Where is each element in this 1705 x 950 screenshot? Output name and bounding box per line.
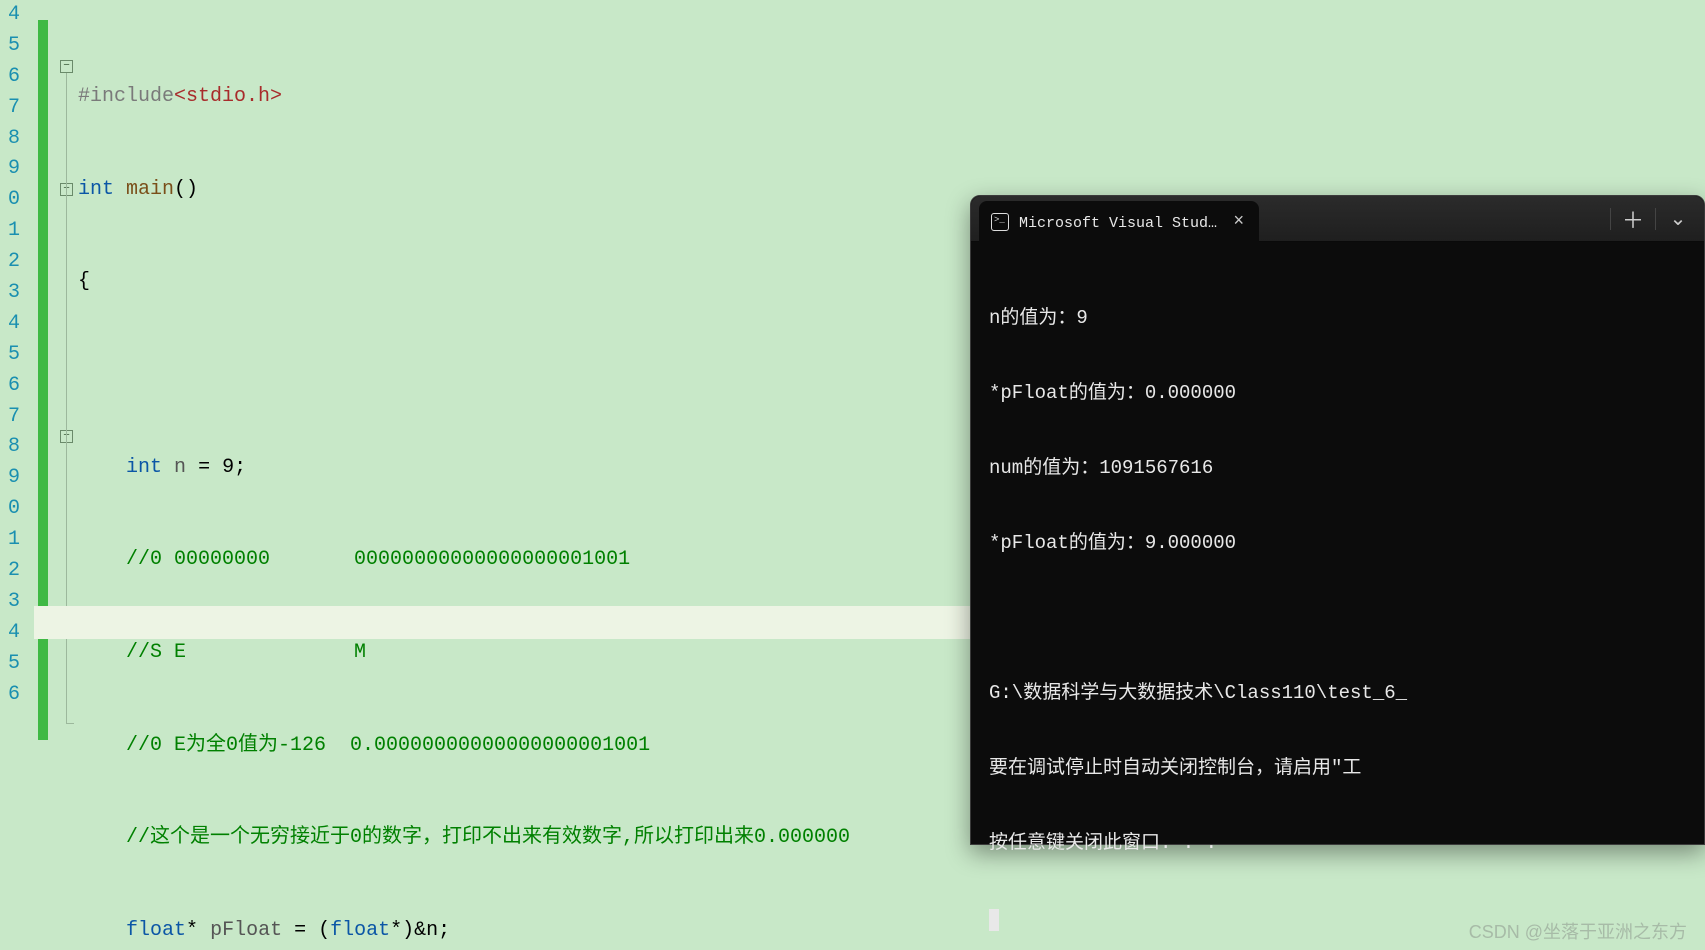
line-number: 4 bbox=[0, 0, 20, 31]
punct: () bbox=[174, 178, 198, 201]
line-number: 8 bbox=[0, 432, 20, 463]
console-line: *pFloat的值为：9.000000 bbox=[989, 531, 1686, 556]
number: 9 bbox=[222, 456, 234, 479]
console-line: G:\数据科学与大数据技术\Class110\test_6_ bbox=[989, 681, 1686, 706]
code-content[interactable]: #include<stdio.h> int main() { int n = 9… bbox=[78, 20, 850, 950]
line-number: 5 bbox=[0, 340, 20, 371]
line-number: 1 bbox=[0, 216, 20, 247]
line-number: 6 bbox=[0, 62, 20, 93]
code-row[interactable]: float* pFloat = (float*)&n; bbox=[78, 916, 850, 947]
line-number: 3 bbox=[0, 587, 20, 618]
terminal-icon bbox=[991, 213, 1009, 231]
line-number: 3 bbox=[0, 278, 20, 309]
line-number: 2 bbox=[0, 556, 20, 587]
punct: = ( bbox=[282, 919, 330, 942]
comment: //0 00000000 00000000000000000001001 bbox=[126, 548, 630, 571]
console-line: 要在调试停止时自动关闭控制台，请启用"工 bbox=[989, 756, 1686, 781]
keyword: float bbox=[126, 919, 186, 942]
punct: ; bbox=[234, 456, 246, 479]
line-number-gutter: 4 5 6 7 8 9 0 1 2 3 4 5 6 7 8 9 0 1 2 3 … bbox=[0, 0, 22, 950]
function: main bbox=[126, 178, 174, 201]
console-line: *pFloat的值为：0.000000 bbox=[989, 381, 1686, 406]
keyword: int bbox=[126, 456, 162, 479]
line-number: 0 bbox=[0, 185, 20, 216]
header: <stdio.h> bbox=[174, 85, 282, 108]
op: * bbox=[186, 919, 198, 942]
code-row[interactable]: //0 E为全0值为-126 0.00000000000000000001001 bbox=[78, 731, 850, 762]
code-row[interactable]: { bbox=[78, 267, 850, 298]
punct: *)&n; bbox=[390, 919, 450, 942]
debug-console-window[interactable]: Microsoft Visual Studio 调试 × ＋ ⌄ n的值为：9 … bbox=[970, 195, 1705, 845]
code-row[interactable]: int main() bbox=[78, 175, 850, 206]
line-number: 7 bbox=[0, 93, 20, 124]
console-tab[interactable]: Microsoft Visual Studio 调试 × bbox=[979, 201, 1259, 243]
line-number: 2 bbox=[0, 247, 20, 278]
keyword: int bbox=[78, 178, 114, 201]
code-row[interactable] bbox=[78, 360, 850, 391]
keyword: float bbox=[330, 919, 390, 942]
console-line: n的值为：9 bbox=[989, 306, 1686, 331]
line-number: 5 bbox=[0, 649, 20, 680]
tab-dropdown-button[interactable]: ⌄ bbox=[1656, 199, 1700, 239]
line-number: 4 bbox=[0, 618, 20, 649]
text-cursor bbox=[989, 909, 999, 931]
console-line bbox=[989, 606, 1686, 631]
preprocessor: #include bbox=[78, 85, 174, 108]
line-number: 6 bbox=[0, 680, 20, 711]
console-titlebar[interactable]: Microsoft Visual Studio 调试 × ＋ ⌄ bbox=[971, 196, 1704, 242]
console-line: num的值为：1091567616 bbox=[989, 456, 1686, 481]
line-number: 8 bbox=[0, 124, 20, 155]
line-number: 6 bbox=[0, 371, 20, 402]
line-number: 9 bbox=[0, 154, 20, 185]
code-row[interactable]: //这个是一个无穷接近于0的数字，打印不出来有效数字,所以打印出来0.00000… bbox=[78, 823, 850, 854]
fold-toggle[interactable]: − bbox=[60, 60, 73, 73]
console-line: 按任意键关闭此窗口. . . bbox=[989, 831, 1686, 856]
close-tab-button[interactable]: × bbox=[1231, 212, 1247, 232]
code-row[interactable]: int n = 9; bbox=[78, 453, 850, 484]
comment: //这个是一个无穷接近于0的数字，打印不出来有效数字,所以打印出来0.00000… bbox=[126, 826, 850, 849]
line-number: 1 bbox=[0, 525, 20, 556]
line-number: 7 bbox=[0, 402, 20, 433]
comment: //0 E为全0值为-126 0.00000000000000000001001 bbox=[126, 734, 650, 757]
new-tab-button[interactable]: ＋ bbox=[1611, 199, 1655, 239]
ident: pFloat bbox=[210, 919, 282, 942]
line-number: 4 bbox=[0, 309, 20, 340]
console-tab-title: Microsoft Visual Studio 调试 bbox=[1019, 211, 1221, 232]
comment: //S E M bbox=[126, 641, 366, 664]
line-number: 5 bbox=[0, 31, 20, 62]
code-row[interactable]: //S E M bbox=[78, 638, 850, 669]
op: = bbox=[198, 456, 210, 479]
line-number: 9 bbox=[0, 463, 20, 494]
fold-guide-end bbox=[66, 723, 74, 724]
code-row[interactable]: //0 00000000 00000000000000000001001 bbox=[78, 545, 850, 576]
ident: n bbox=[174, 456, 186, 479]
line-number: 0 bbox=[0, 494, 20, 525]
watermark: CSDN @坐落于亚洲之东方 bbox=[1469, 918, 1687, 944]
console-output[interactable]: n的值为：9 *pFloat的值为：0.000000 num的值为：109156… bbox=[971, 242, 1704, 950]
code-row[interactable]: #include<stdio.h> bbox=[78, 82, 850, 113]
